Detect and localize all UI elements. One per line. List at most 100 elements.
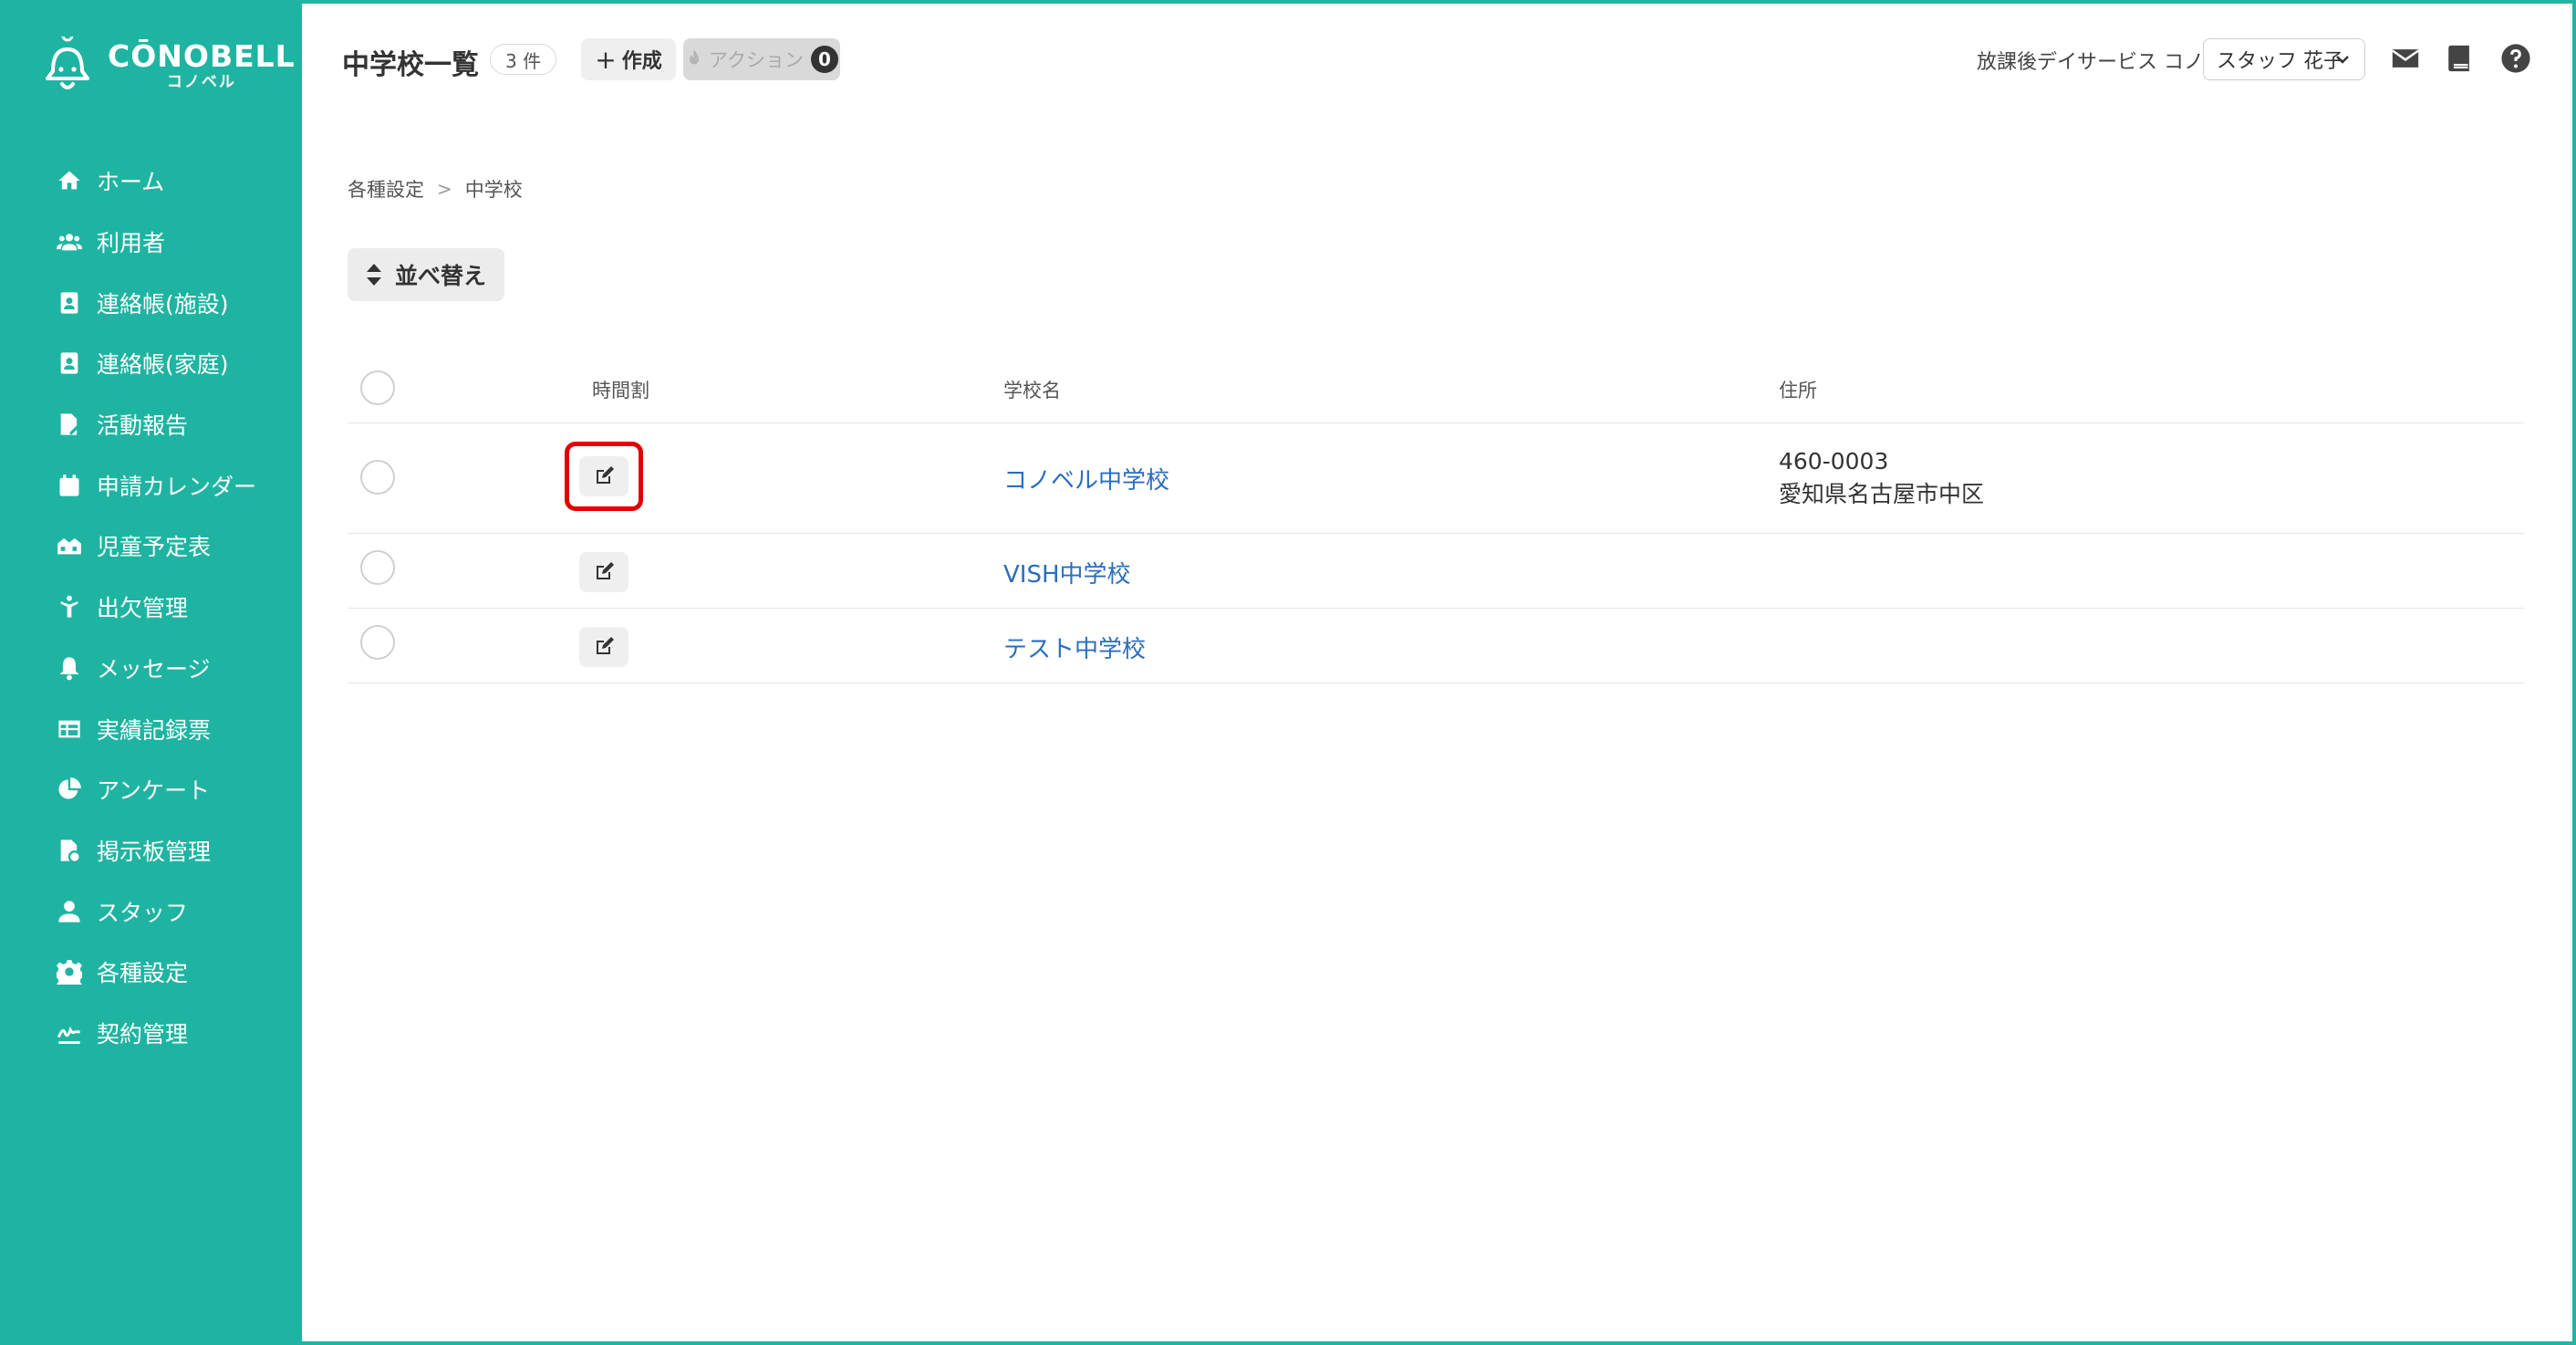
sidebar-item-calendar[interactable]: 申請カレンダー xyxy=(0,454,301,516)
edit-icon xyxy=(597,637,614,654)
row-checkbox[interactable] xyxy=(360,625,395,660)
top-bar: 中学校一覧 3 件 + 作成 アクション 0 放課後デイサービス コノベル スタ… xyxy=(302,4,2572,113)
manual-book-icon[interactable] xyxy=(2444,42,2477,75)
action-count-badge: 0 xyxy=(810,46,838,73)
sidebar-item-contact-facility[interactable]: 連絡帳(施設) xyxy=(0,272,301,333)
row-checkbox[interactable] xyxy=(360,460,395,495)
edit-icon xyxy=(597,562,614,579)
bulletin-icon xyxy=(55,836,84,865)
contract-icon xyxy=(55,1018,84,1048)
sort-button[interactable]: 並べ替え xyxy=(348,248,504,301)
sidebar-item-label: アンケート xyxy=(97,777,211,805)
create-button[interactable]: + 作成 xyxy=(581,38,676,80)
action-button-label: アクション xyxy=(709,49,804,71)
sidebar-item-home[interactable]: ホーム xyxy=(0,151,301,212)
bell-icon xyxy=(55,653,84,683)
fire-icon xyxy=(685,48,703,71)
breadcrumb-current: 中学校 xyxy=(464,179,523,201)
staff-select[interactable]: スタッフ 花子 xyxy=(2203,38,2365,80)
sidebar-item-settings[interactable]: 各種設定 xyxy=(0,942,301,1003)
chevron-right-icon: > xyxy=(437,178,452,200)
action-button[interactable]: アクション 0 xyxy=(683,38,840,80)
logo-main-text: CŌNOBELL xyxy=(108,38,296,74)
chevron-down-icon xyxy=(2333,50,2352,68)
sidebar-item-label: 掲示板管理 xyxy=(97,838,212,865)
sidebar-item-record-sheet[interactable]: 実績記録票 xyxy=(0,698,301,759)
plus-icon: + xyxy=(595,44,617,75)
sidebar-item-label: 連絡帳(施設) xyxy=(97,290,229,318)
sidebar-item-label: 各種設定 xyxy=(97,960,189,987)
sort-icon xyxy=(366,264,381,286)
table-row: テスト中学校 xyxy=(348,609,2524,683)
postal-code: 460-0003 xyxy=(1779,448,1889,474)
edit-icon xyxy=(597,466,614,484)
sidebar-item-label: 契約管理 xyxy=(97,1020,189,1048)
staff-select-value: スタッフ 花子 xyxy=(2217,50,2343,73)
gear-icon xyxy=(55,957,84,986)
sort-button-label: 並べ替え xyxy=(394,263,486,289)
sidebar-item-staff[interactable]: スタッフ xyxy=(0,881,301,942)
table-icon xyxy=(55,714,84,744)
sidebar-item-label: 実績記録票 xyxy=(97,716,212,744)
sidebar-item-label: 児童予定表 xyxy=(97,534,212,561)
table-row: コノベル中学校 460-0003 愛知県名古屋市中区 xyxy=(348,423,2524,534)
column-header-school-name: 学校名 xyxy=(1003,380,1061,401)
sidebar-item-child-schedule[interactable]: 児童予定表 xyxy=(0,516,301,577)
sidebar-item-users[interactable]: 利用者 xyxy=(0,212,301,273)
sidebar-item-contract[interactable]: 契約管理 xyxy=(0,1003,301,1064)
table-row: VISH中学校 xyxy=(348,534,2524,609)
bell-logo-icon xyxy=(40,29,95,95)
mail-icon[interactable] xyxy=(2389,42,2422,75)
select-all-checkbox[interactable] xyxy=(360,370,395,405)
attendance-icon xyxy=(55,592,84,621)
help-icon[interactable] xyxy=(2499,42,2532,75)
main-content: 中学校一覧 3 件 + 作成 アクション 0 放課後デイサービス コノベル スタ… xyxy=(302,4,2572,1341)
timetable-edit-button[interactable] xyxy=(579,456,628,496)
breadcrumb-parent[interactable]: 各種設定 xyxy=(348,175,424,203)
sidebar-item-attendance[interactable]: 出欠管理 xyxy=(0,577,301,638)
contact-book-icon xyxy=(55,288,84,318)
sidebar-item-label: 利用者 xyxy=(97,230,166,257)
sidebar-item-label: メッセージ xyxy=(97,655,211,683)
school-name-link[interactable]: テスト中学校 xyxy=(1003,631,1146,664)
sidebar: CŌNOBELL コノベル ホーム 利用者 連絡帳(施設) 連絡帳(家庭) 活動… xyxy=(0,0,301,1345)
sidebar-item-bulletin[interactable]: 掲示板管理 xyxy=(0,820,301,881)
contact-book-icon xyxy=(55,349,84,378)
logo-sub-text: コノベル xyxy=(166,73,236,91)
staff-icon xyxy=(55,897,84,926)
sidebar-item-label: 活動報告 xyxy=(97,412,189,440)
logo[interactable]: CŌNOBELL コノベル xyxy=(40,29,295,97)
sidebar-item-label: 出欠管理 xyxy=(97,595,189,622)
sidebar-item-label: スタッフ xyxy=(97,899,189,926)
sidebar-item-label: 連絡帳(家庭) xyxy=(97,351,229,379)
table-header-row: 時間割 学校名 住所 xyxy=(348,349,2524,423)
school-address: 460-0003 愛知県名古屋市中区 xyxy=(1779,445,1984,511)
users-icon xyxy=(55,227,84,256)
calendar-icon xyxy=(55,471,84,500)
sidebar-item-contact-home[interactable]: 連絡帳(家庭) xyxy=(0,333,301,394)
home-icon xyxy=(55,166,84,195)
sidebar-item-label: ホーム xyxy=(97,169,165,196)
create-button-label: 作成 xyxy=(621,50,662,73)
sidebar-nav: ホーム 利用者 連絡帳(施設) 連絡帳(家庭) 活動報告 申請カレンダー 児童予… xyxy=(0,151,301,1063)
app-frame: CŌNOBELL コノベル ホーム 利用者 連絡帳(施設) 連絡帳(家庭) 活動… xyxy=(0,0,2576,1345)
school-table: 時間割 学校名 住所 コノベル中学校 460-0003 愛知県名古屋市中区 VI… xyxy=(348,349,2524,683)
report-icon xyxy=(55,410,84,439)
address-text: 愛知県名古屋市中区 xyxy=(1779,481,1985,507)
breadcrumb: 各種設定 > 中学校 xyxy=(348,175,523,203)
page-title: 中学校一覧 xyxy=(342,49,479,81)
count-badge: 3 件 xyxy=(490,44,557,75)
row-checkbox[interactable] xyxy=(360,550,395,585)
school-name-link[interactable]: VISH中学校 xyxy=(1003,556,1131,589)
schedule-icon xyxy=(55,531,84,560)
pie-chart-icon xyxy=(55,775,84,804)
school-name-link[interactable]: コノベル中学校 xyxy=(1003,462,1169,495)
column-header-address: 住所 xyxy=(1779,380,1817,401)
sidebar-item-message[interactable]: メッセージ xyxy=(0,638,301,699)
sidebar-item-survey[interactable]: アンケート xyxy=(0,759,301,820)
sidebar-item-label: 申請カレンダー xyxy=(97,473,257,500)
timetable-edit-button[interactable] xyxy=(579,552,628,592)
timetable-edit-button[interactable] xyxy=(579,627,628,667)
column-header-timetable: 時間割 xyxy=(592,380,649,401)
sidebar-item-activity-report[interactable]: 活動報告 xyxy=(0,394,301,455)
